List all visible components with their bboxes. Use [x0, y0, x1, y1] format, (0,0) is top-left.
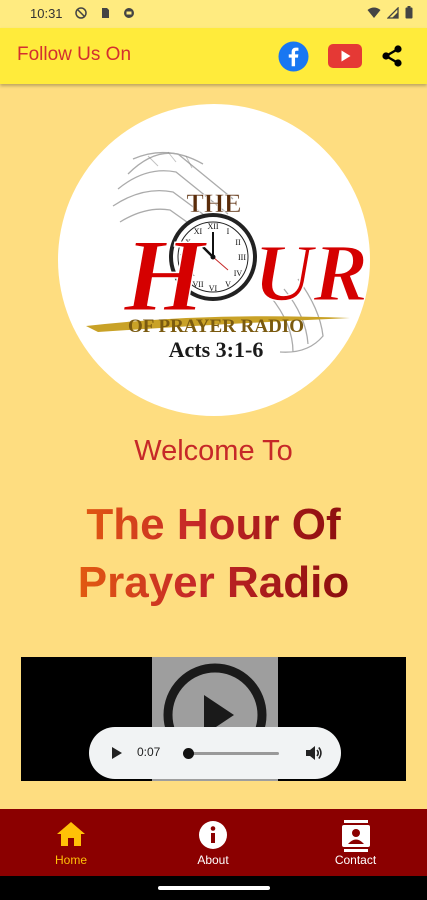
- system-gesture-area: [0, 876, 427, 900]
- status-time: 10:31: [30, 6, 63, 21]
- status-bar: 10:31: [0, 0, 427, 28]
- player-time: 0:07: [137, 745, 161, 759]
- youtube-button[interactable]: [327, 38, 363, 74]
- share-icon: [382, 45, 402, 67]
- svg-text:II: II: [235, 238, 241, 247]
- nav-item-contact[interactable]: Contact: [284, 809, 427, 876]
- logo-artwork: XII III VI IX I II IV V VII VIII X XI TH…: [86, 151, 369, 362]
- volume-icon[interactable]: [305, 744, 323, 762]
- wifi-icon: [367, 7, 381, 18]
- share-button[interactable]: [374, 38, 410, 74]
- signal-icon: [387, 6, 399, 19]
- contact-icon: [341, 820, 370, 852]
- nav-item-about[interactable]: About: [142, 809, 284, 876]
- seek-track[interactable]: [185, 752, 279, 755]
- facebook-icon: [277, 40, 309, 72]
- welcome-text: Welcome To: [134, 435, 293, 467]
- seek-thumb[interactable]: [183, 748, 194, 759]
- station-name: The Hour Of Prayer Radio: [0, 496, 427, 612]
- logo-ur-text: UR: [254, 227, 368, 318]
- status-right-icons: [367, 6, 413, 19]
- info-icon: [199, 821, 227, 849]
- logo-verse-text: Acts 3:1-6: [169, 337, 264, 362]
- gesture-handle[interactable]: [158, 886, 270, 890]
- do-not-disturb-icon: [75, 7, 87, 19]
- play-icon[interactable]: [111, 746, 123, 760]
- sim-icon: [102, 8, 109, 18]
- logo-subtitle-text: OF PRAYER RADIO: [128, 316, 304, 337]
- youtube-icon: [328, 44, 362, 68]
- station-logo: XII III VI IX I II IV V VII VIII X XI TH…: [58, 104, 370, 416]
- battery-icon: [405, 6, 413, 19]
- app-notification-icon: [124, 8, 134, 18]
- nav-label-home: Home: [54, 853, 87, 867]
- follow-us-title: Follow Us On: [17, 44, 132, 65]
- app-header: Follow Us On: [0, 28, 427, 84]
- logo-the-text: THE: [187, 189, 242, 218]
- svg-text:III: III: [238, 253, 246, 262]
- nav-item-home[interactable]: Home: [0, 809, 142, 876]
- bottom-nav: Home About Contact: [0, 809, 427, 876]
- svg-text:I: I: [227, 227, 230, 236]
- facebook-button[interactable]: [275, 38, 311, 74]
- nav-label-contact: Contact: [334, 853, 377, 867]
- svg-text:IV: IV: [234, 269, 243, 278]
- home-icon: [57, 822, 85, 846]
- media-player[interactable]: 0:07: [21, 657, 406, 781]
- station-name-line-1: The Hour Of: [86, 500, 341, 549]
- svg-text:VI: VI: [209, 284, 218, 293]
- svg-text:XII: XII: [207, 222, 218, 231]
- audio-controls: 0:07: [89, 727, 341, 779]
- svg-text:V: V: [225, 280, 231, 289]
- station-name-line-2: Prayer Radio: [77, 558, 350, 607]
- nav-label-about: About: [197, 853, 229, 867]
